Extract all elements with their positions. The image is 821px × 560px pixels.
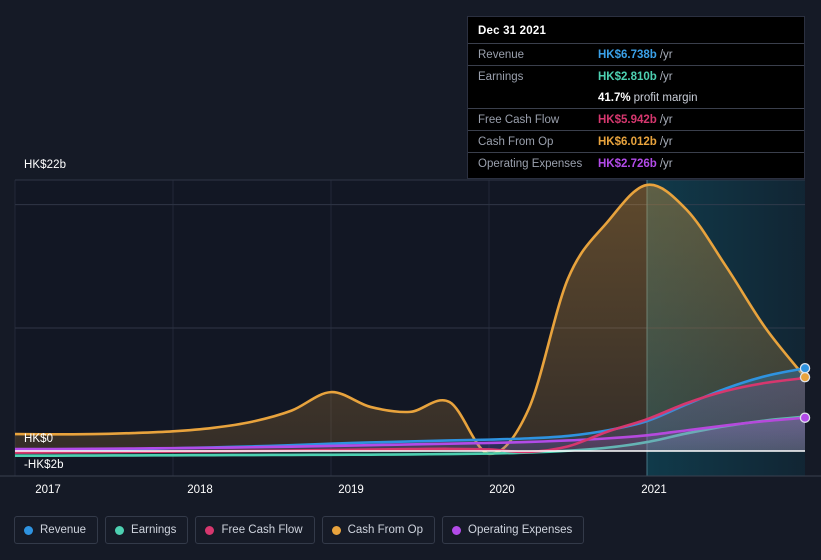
tooltip-date-title: Dec 31 2021	[478, 25, 547, 37]
legend-item-free-cash-flow[interactable]: Free Cash Flow	[195, 516, 315, 544]
tooltip-unit-free-cash-flow: /yr	[659, 113, 673, 126]
y-axis-bottom-label: -HK$2b	[24, 459, 64, 471]
chart-legend: Revenue Earnings Free Cash Flow Cash Fro…	[14, 516, 585, 544]
tooltip-row-revenue: Revenue HK$6.738b /yr	[468, 43, 804, 65]
tooltip-row-earnings: Earnings HK$2.810b /yr	[468, 65, 804, 87]
legend-item-revenue[interactable]: Revenue	[14, 516, 99, 544]
tooltip-unit-revenue: /yr	[659, 48, 673, 61]
legend-dot-earnings-icon	[115, 525, 125, 535]
tooltip-value-profit-margin: 41.7%	[598, 91, 631, 104]
tooltip-row-profit-margin: 41.7% profit margin	[468, 87, 804, 108]
legend-dot-revenue-icon	[24, 525, 33, 535]
tooltip-value-revenue: HK$6.738b	[598, 48, 657, 61]
tooltip-label-revenue: Revenue	[478, 48, 525, 61]
tooltip-unit-cash-from-op: /yr	[659, 135, 673, 148]
x-tick-2017: 2017	[35, 484, 61, 496]
chart-widget: HK$22b HK$0 -HK$2b 2017 2018 2019 2020 2…	[0, 0, 821, 560]
tooltip-value-earnings: HK$2.810b	[598, 70, 657, 83]
tooltip-label-cash-from-op: Cash From Op	[478, 135, 554, 148]
legend-item-operating-expenses[interactable]: Operating Expenses	[442, 516, 585, 544]
legend-dot-operating-expenses-icon	[452, 525, 462, 535]
legend-label-free-cash-flow: Free Cash Flow	[221, 524, 303, 536]
tooltip-note-profit-margin: profit margin	[633, 91, 698, 104]
y-axis-zero-label: HK$0	[24, 433, 54, 445]
x-tick-2019: 2019	[338, 484, 364, 496]
tooltip-value-operating-expenses: HK$2.726b	[598, 157, 657, 170]
tooltip-label-free-cash-flow: Free Cash Flow	[478, 113, 560, 126]
tooltip-value-cash-from-op: HK$6.012b	[598, 135, 657, 148]
legend-dot-cash-from-op-icon	[331, 525, 341, 535]
legend-label-operating-expenses: Operating Expenses	[468, 524, 573, 536]
legend-item-cash-from-op[interactable]: Cash From Op	[321, 516, 436, 544]
legend-label-earnings: Earnings	[131, 524, 177, 536]
tooltip-unit-operating-expenses: /yr	[659, 157, 673, 170]
tooltip-row-cash-from-op: Cash From Op HK$6.012b /yr	[468, 130, 804, 152]
tooltip-label-earnings: Earnings	[478, 70, 524, 83]
legend-dot-free-cash-flow-icon	[205, 525, 215, 535]
y-axis-top-label: HK$22b	[24, 159, 67, 171]
tooltip-unit-earnings: /yr	[659, 70, 673, 83]
legend-label-revenue: Revenue	[40, 524, 87, 536]
tooltip-value-free-cash-flow: HK$5.942b	[598, 113, 657, 126]
tooltip-row-operating-expenses: Operating Expenses HK$2.726b /yr	[468, 152, 804, 174]
legend-label-cash-from-op: Cash From Op	[347, 524, 424, 536]
x-tick-2021: 2021	[641, 484, 667, 496]
x-tick-2020: 2020	[489, 484, 515, 496]
legend-item-earnings[interactable]: Earnings	[105, 516, 189, 544]
tooltip-row-free-cash-flow: Free Cash Flow HK$5.942b /yr	[468, 108, 804, 130]
chart-tooltip: Dec 31 2021 Revenue HK$6.738b /yr Earnin…	[467, 16, 805, 179]
x-tick-2018: 2018	[187, 484, 213, 496]
tooltip-label-operating-expenses: Operating Expenses	[478, 157, 583, 170]
